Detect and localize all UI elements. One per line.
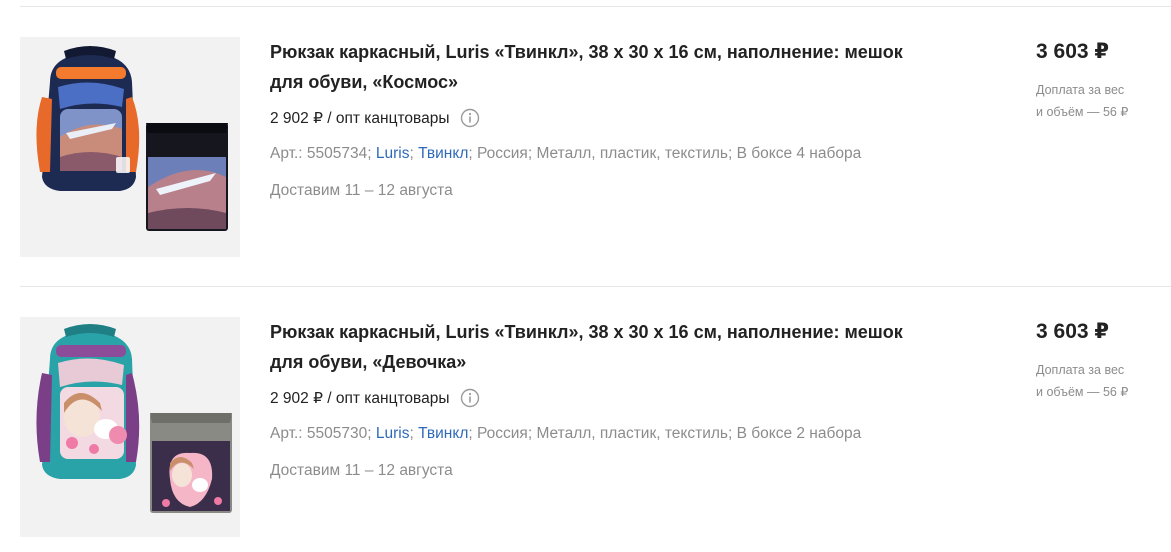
product-attributes: Арт.: 5505730; Luris; Твинкл; Россия; Ме…: [270, 425, 862, 442]
product-title-line: Рюкзак каркасный, Luris «Твинкл», 38 х 3…: [270, 42, 903, 62]
product-title-line: для обуви, «Девочка»: [270, 352, 467, 372]
material: Металл, пластик, текстиль;: [536, 145, 733, 162]
product-info: Рюкзак каркасный, Luris «Твинкл», 38 х 3…: [270, 317, 930, 483]
unit-price-text: 2 902 ₽ / опт канцтовары: [270, 109, 450, 127]
price-block: 3 603 ₽ Доплата за вес и объём — 56 ₽: [1036, 37, 1171, 123]
surcharge-line: и объём — 56 ₽: [1036, 105, 1129, 119]
price-block: 3 603 ₽ Доплата за вес и объём — 56 ₽: [1036, 317, 1171, 403]
info-circle-icon[interactable]: [460, 108, 480, 128]
unit-price: 2 902 ₽ / опт канцтовары: [270, 386, 930, 410]
divider: [20, 6, 1171, 7]
surcharge-note: Доплата за вес и объём — 56 ₽: [1036, 359, 1146, 403]
delivery-date: Доставим 11 – 12 августа: [270, 462, 453, 479]
product-title-link[interactable]: Рюкзак каркасный, Luris «Твинкл», 38 х 3…: [270, 37, 930, 97]
price: 3 603 ₽: [1036, 40, 1109, 63]
product-image[interactable]: [20, 317, 240, 537]
info-circle-icon[interactable]: [460, 388, 480, 408]
surcharge-line: Доплата за вес: [1036, 363, 1125, 377]
product-info: Рюкзак каркасный, Luris «Твинкл», 38 х 3…: [270, 37, 930, 203]
product-title-line: для обуви, «Космос»: [270, 72, 459, 92]
surcharge-line: Доплата за вес: [1036, 83, 1125, 97]
surcharge-line: и объём — 56 ₽: [1036, 385, 1129, 399]
backpack-space-image: [20, 37, 240, 257]
divider: [20, 286, 1171, 287]
material: Металл, пластик, текстиль;: [536, 425, 733, 442]
box-count: В боксе 2 набора: [736, 425, 862, 442]
article-number: Арт.: 5505734;: [270, 145, 372, 162]
price: 3 603 ₽: [1036, 320, 1109, 343]
surcharge-note: Доплата за вес и объём — 56 ₽: [1036, 79, 1146, 123]
product-list: Рюкзак каркасный, Luris «Твинкл», 38 х 3…: [0, 0, 1171, 552]
product-card: Рюкзак каркасный, Luris «Твинкл», 38 х 3…: [20, 317, 1171, 552]
brand-link[interactable]: Luris: [376, 145, 410, 162]
article-number: Арт.: 5505730;: [270, 425, 372, 442]
product-card: Рюкзак каркасный, Luris «Твинкл», 38 х 3…: [20, 37, 1171, 287]
box-count: В боксе 4 набора: [736, 145, 862, 162]
backpack-girl-image: [20, 317, 240, 537]
series-link[interactable]: Твинкл: [418, 145, 468, 162]
country: Россия;: [477, 425, 533, 442]
delivery-date: Доставим 11 – 12 августа: [270, 182, 453, 199]
product-attributes: Арт.: 5505734; Luris; Твинкл; Россия; Ме…: [270, 145, 862, 162]
series-link[interactable]: Твинкл: [418, 425, 468, 442]
product-title-line: Рюкзак каркасный, Luris «Твинкл», 38 х 3…: [270, 322, 903, 342]
product-image[interactable]: [20, 37, 240, 257]
product-title-link[interactable]: Рюкзак каркасный, Luris «Твинкл», 38 х 3…: [270, 317, 930, 377]
unit-price-text: 2 902 ₽ / опт канцтовары: [270, 389, 450, 407]
unit-price: 2 902 ₽ / опт канцтовары: [270, 106, 930, 130]
country: Россия;: [477, 145, 533, 162]
brand-link[interactable]: Luris: [376, 425, 410, 442]
